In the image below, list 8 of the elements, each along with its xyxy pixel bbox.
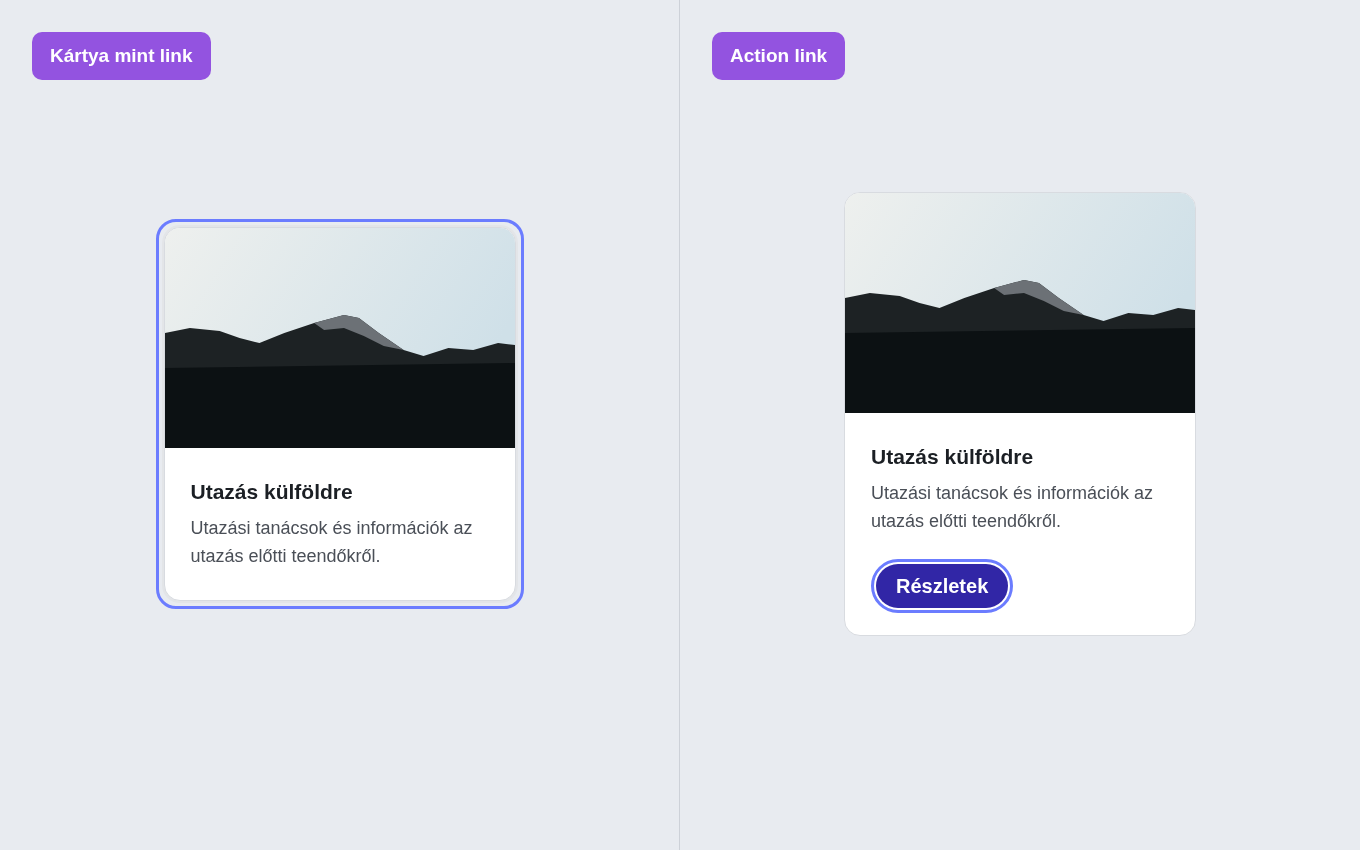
section-badge: Kártya mint link: [32, 32, 211, 80]
card-title: Utazás külföldre: [190, 479, 354, 506]
details-button[interactable]: Részletek: [876, 563, 1009, 608]
card-title: Utazás külföldre: [871, 444, 1035, 471]
card-description: Utazási tanácsok és információk az utazás előtti teendőkről.: [871, 481, 1155, 533]
card[interactable]: Utazás külföldre Utazási tanácsok és információk az utazás előtti teendőkről.: [163, 227, 516, 601]
card-description: Utazási tanácsok és információk az utazás előtti teendőkről.: [190, 516, 474, 568]
section-badge: Action link: [712, 32, 846, 80]
